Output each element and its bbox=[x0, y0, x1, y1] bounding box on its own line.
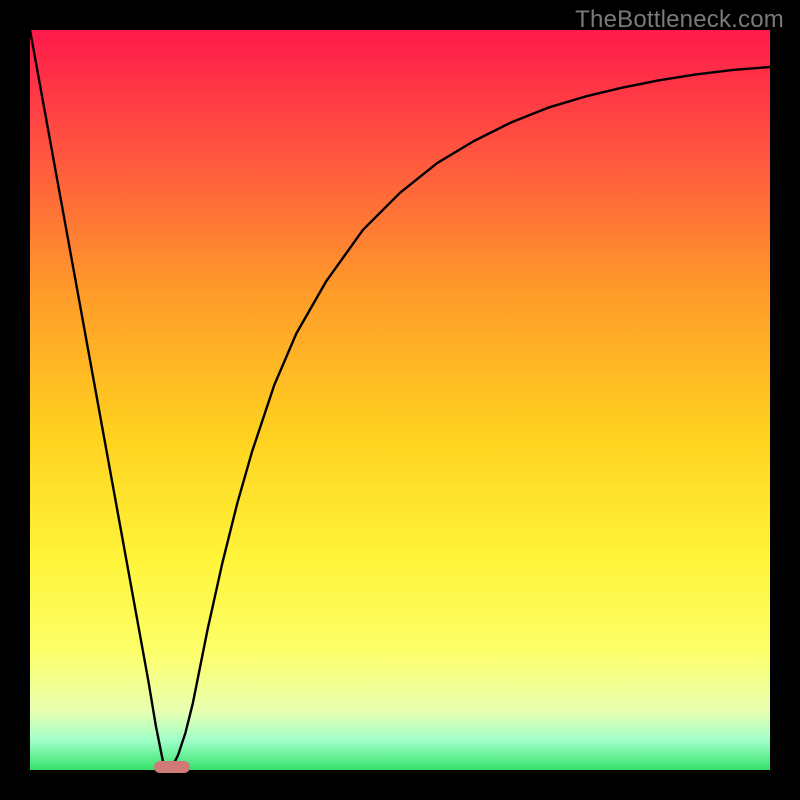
optimal-marker bbox=[154, 761, 190, 773]
bottleneck-curve bbox=[30, 30, 770, 770]
plot-area bbox=[30, 30, 770, 770]
chart-frame: TheBottleneck.com bbox=[0, 0, 800, 800]
watermark-text: TheBottleneck.com bbox=[575, 6, 784, 34]
